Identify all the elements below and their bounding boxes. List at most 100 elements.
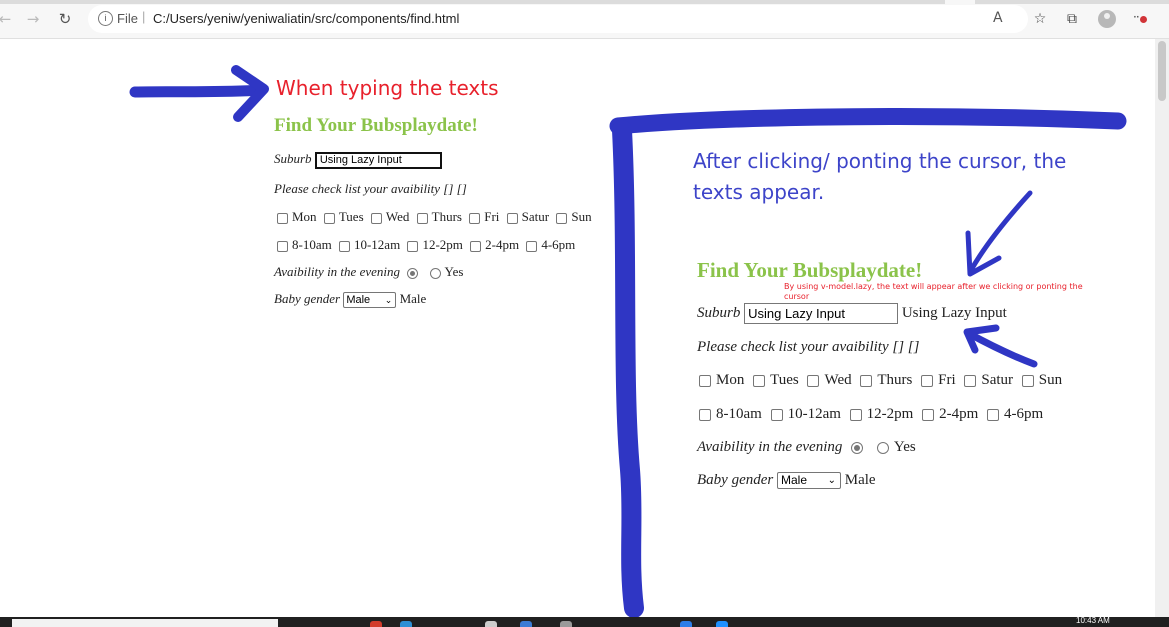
forward-icon[interactable]: → (22, 8, 44, 30)
suburb-input[interactable] (314, 151, 442, 169)
checkbox-tues[interactable] (323, 212, 335, 224)
refresh-icon[interactable]: ↻ (54, 8, 76, 30)
checkbox-fri[interactable] (469, 212, 481, 224)
checkbox-wed[interactable] (807, 374, 820, 387)
gender-selected-value: Male (346, 294, 371, 307)
day-label: Mon (716, 372, 745, 388)
suburb-label: Suburb (697, 304, 741, 321)
divider-vertical-stroke (612, 120, 644, 618)
checkbox-4-6pm[interactable] (526, 240, 538, 252)
day-label: Thurs (877, 372, 913, 388)
checkbox-10-12am[interactable] (338, 240, 350, 252)
time-label: 2-4pm (939, 406, 979, 422)
left-arrow-head (231, 65, 269, 122)
browser-toolbar: ← → ↻ i File | C:/Users/yeniw/yeniwaliat… (0, 0, 1169, 39)
taskbar-search[interactable] (12, 619, 278, 627)
checkbox-satur[interactable] (964, 374, 977, 387)
checkbox-sun[interactable] (1021, 374, 1034, 387)
day-label: Sun (1038, 372, 1063, 388)
echo-arrow-head (963, 324, 1000, 354)
checkbox-12-2pm[interactable] (849, 408, 862, 421)
time-label: 2-4pm (485, 237, 520, 252)
checkbox-tues[interactable] (753, 374, 766, 387)
evening-radio-yes[interactable] (429, 267, 441, 279)
app-icon[interactable] (520, 621, 532, 627)
page-scrollbar[interactable] (1155, 39, 1169, 617)
checkbox-wed[interactable] (370, 212, 382, 224)
info-icon[interactable]: i (98, 11, 113, 26)
gender-echo: Male (844, 472, 876, 488)
echo-arrow-shaft (964, 329, 1038, 368)
app-icon[interactable] (716, 621, 728, 627)
checkbox-12-2pm[interactable] (407, 240, 419, 252)
day-label: Sun (571, 209, 592, 224)
days-checklist: Mon Tues Wed Thurs Fri Satur Sun (694, 372, 1062, 389)
gender-label: Baby gender (697, 472, 774, 488)
checkbox-8-10am[interactable] (699, 408, 711, 421)
app-icon[interactable] (560, 621, 572, 627)
taskbar-clock[interactable]: 10:43 AM (1076, 616, 1110, 625)
evening-yes-label: Yes (893, 439, 916, 455)
day-label: Wed (824, 372, 852, 388)
day-label: Tues (770, 372, 799, 388)
availability-label: Please check list your avaibility [] [] (274, 181, 467, 196)
checkbox-10-12am[interactable] (770, 408, 783, 421)
chrome-app-icon[interactable] (370, 621, 382, 627)
day-label: Fri (484, 209, 500, 224)
checkbox-8-10am[interactable] (277, 240, 288, 252)
checkbox-fri[interactable] (921, 374, 934, 387)
checkbox-sun[interactable] (556, 212, 568, 224)
checkbox-satur[interactable] (506, 212, 518, 224)
gender-select[interactable]: Male ⌄ (343, 292, 397, 309)
divider-top-stroke (609, 108, 1127, 135)
suburb-echo: Using Lazy Input (901, 304, 1007, 321)
day-label: Wed (385, 209, 410, 224)
tab-strip (0, 0, 1169, 4)
time-label: 10-12am (787, 406, 841, 422)
os-taskbar: 10:43 AM (0, 616, 1169, 627)
day-label: Satur (981, 372, 1014, 388)
title-arrow-head (965, 230, 1002, 277)
collections-icon[interactable]: ⧉ (1062, 9, 1082, 29)
time-label: 4-6pm (1004, 406, 1044, 422)
evening-radio-default[interactable] (407, 267, 419, 279)
url-scheme-label: File (117, 11, 138, 26)
time-label: 8-10am (292, 237, 332, 252)
checkbox-mon[interactable] (699, 374, 711, 387)
day-label: Mon (292, 209, 317, 224)
times-checklist: 8-10am 10-12am 12-2pm 2-4pm 4-6pm (694, 406, 1043, 423)
checkbox-thurs[interactable] (416, 212, 428, 224)
explorer-app-icon[interactable] (485, 621, 497, 627)
address-bar[interactable]: i File | C:/Users/yeniw/yeniwaliatin/src… (88, 5, 1028, 33)
chevron-down-icon: ⌄ (384, 295, 393, 306)
checkbox-2-4pm[interactable] (922, 408, 935, 421)
left-arrow-shaft (129, 84, 268, 98)
checkbox-2-4pm[interactable] (470, 240, 482, 252)
time-label: 8-10am (716, 406, 762, 422)
suburb-input[interactable] (744, 303, 899, 324)
checkbox-mon[interactable] (277, 212, 288, 224)
time-label: 10-12am (353, 237, 401, 252)
suburb-label: Suburb (274, 151, 312, 166)
back-icon[interactable]: ← (0, 8, 16, 30)
gender-selected-value: Male (780, 473, 807, 488)
form-title: Find Your Bubsplaydate! (274, 115, 478, 136)
favorites-icon[interactable]: ☆ (1030, 9, 1050, 29)
edge-app-icon[interactable] (400, 621, 412, 627)
url-text[interactable]: C:/Users/yeniw/yeniwaliatin/src/componen… (153, 11, 459, 26)
times-checklist: 8-10am 10-12am 12-2pm 2-4pm 4-6pm (273, 237, 575, 253)
evening-radio-default[interactable] (851, 441, 864, 454)
checkbox-thurs[interactable] (860, 374, 873, 387)
gender-select[interactable]: Male ⌄ (776, 472, 841, 490)
day-label: Satur (521, 209, 550, 224)
time-label: 12-2pm (422, 237, 463, 252)
gender-label: Baby gender (274, 291, 341, 306)
chevron-down-icon: ⌄ (827, 475, 836, 487)
left-caption: When typing the texts (276, 76, 499, 100)
evening-radio-yes[interactable] (876, 441, 889, 454)
more-icon[interactable]: ·· (1133, 10, 1147, 24)
profile-icon[interactable] (1098, 10, 1116, 28)
vscode-app-icon[interactable] (680, 621, 692, 627)
read-aloud-icon[interactable]: A (993, 10, 1003, 26)
checkbox-4-6pm[interactable] (987, 408, 999, 421)
